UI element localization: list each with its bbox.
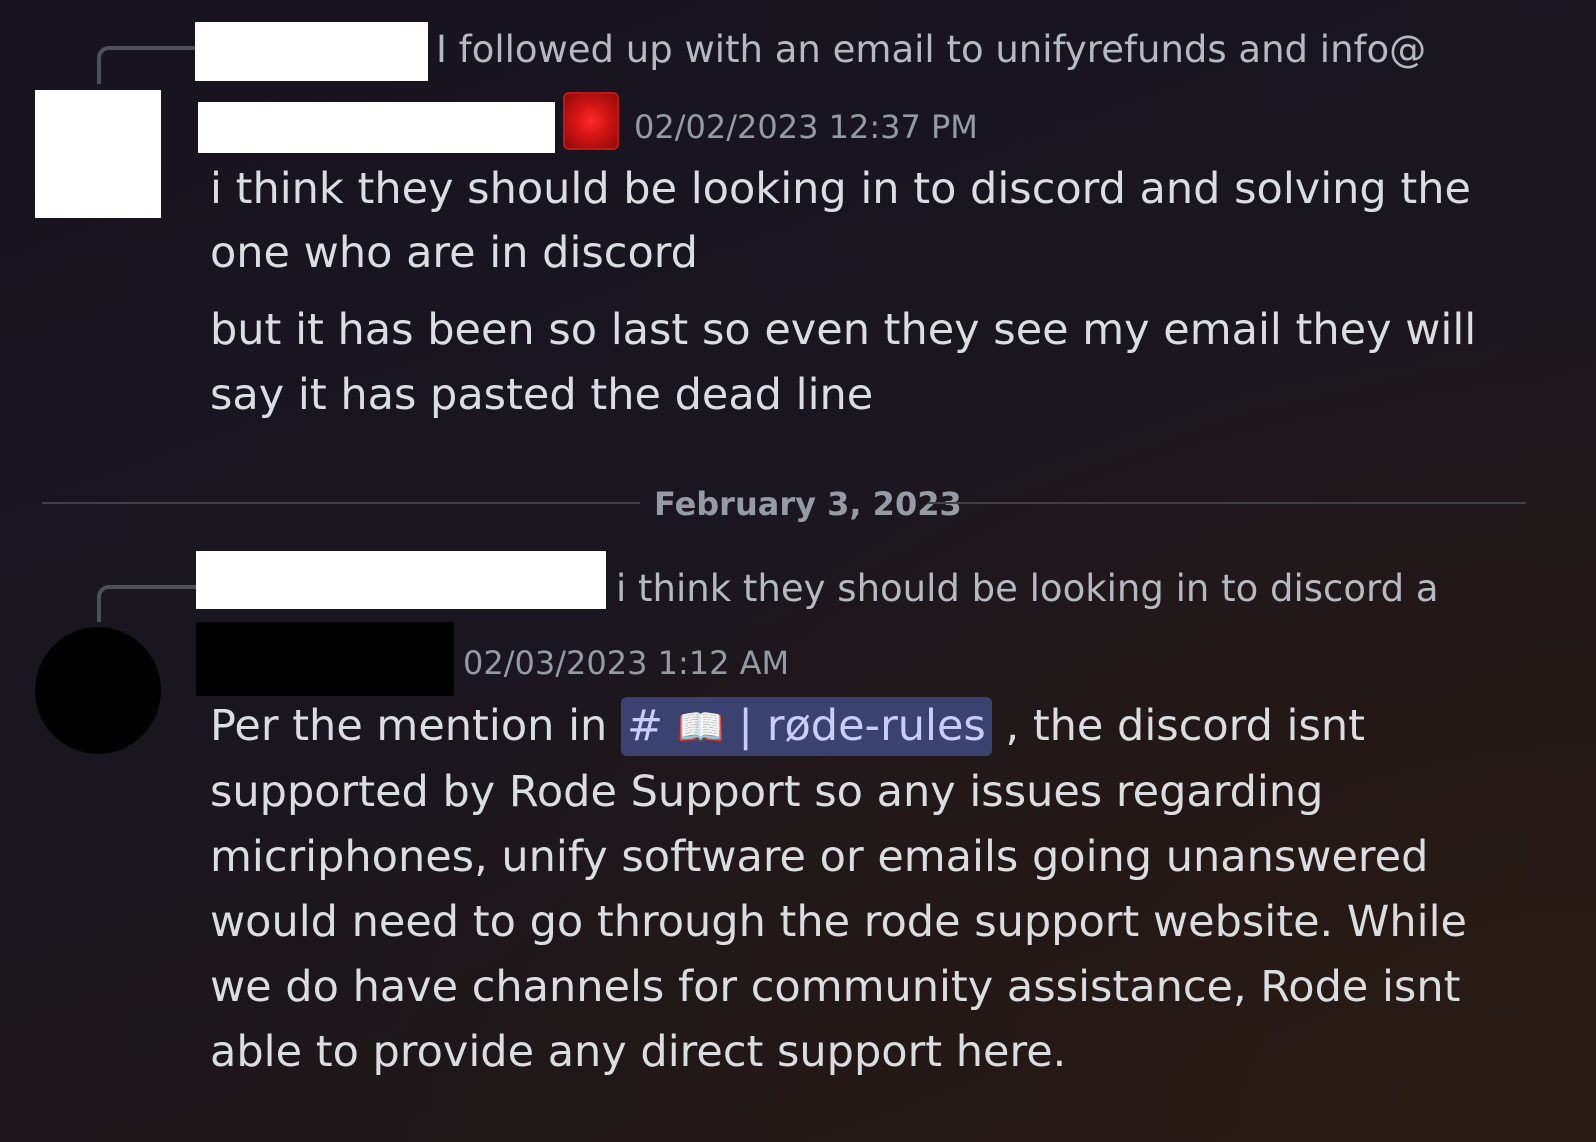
role-icon[interactable]	[563, 92, 619, 150]
redacted-reply-username[interactable]	[195, 22, 428, 81]
channel-separator: |	[738, 701, 753, 751]
message-text-line: able to provide any direct support here.	[210, 1027, 1067, 1077]
message-text-line: one who are in discord	[210, 228, 698, 278]
divider-line-left	[42, 502, 640, 504]
hash-icon: #	[626, 701, 663, 751]
divider-line-right	[928, 502, 1526, 504]
redacted-username[interactable]	[196, 622, 454, 696]
reply-connector	[97, 585, 197, 622]
message-timestamp[interactable]: 02/03/2023 1:12 AM	[463, 643, 789, 683]
channel-mention-name: røde-rules	[766, 701, 986, 751]
channel-mention[interactable]: # 📖 | røde-rules	[620, 697, 992, 756]
message-text-line: i think they should be looking in to dis…	[210, 164, 1471, 214]
redacted-avatar[interactable]	[35, 627, 161, 754]
message-text-line: micriphones, unify software or emails go…	[210, 832, 1429, 882]
message-text-segment: , the discord isnt	[1005, 701, 1366, 751]
message-text-line: Per the mention in # 📖 | røde-rules , the d…	[210, 693, 1365, 759]
reply-preview-text[interactable]: i think they should be looking in to dis…	[616, 567, 1436, 611]
book-emoji: 📖	[676, 705, 725, 749]
redacted-avatar[interactable]	[35, 90, 161, 218]
message-timestamp[interactable]: 02/02/2023 12:37 PM	[634, 107, 978, 147]
message-text-line: say it has pasted the dead line	[210, 370, 874, 420]
date-divider-label: February 3, 2023	[654, 485, 962, 523]
message-text-line: we do have channels for community assist…	[210, 962, 1461, 1012]
redacted-username[interactable]	[198, 102, 555, 153]
message-text-line: would need to go through the rode suppor…	[210, 897, 1467, 947]
redacted-reply-username[interactable]	[196, 551, 606, 609]
message-text-line: supported by Rode Support so any issues …	[210, 767, 1324, 817]
reply-connector	[97, 46, 197, 84]
message-text-segment: Per the mention in	[210, 701, 608, 751]
message-text-line: but it has been so last so even they see…	[210, 305, 1477, 355]
reply-preview-text[interactable]: I followed up with an email to unifyrefu…	[436, 28, 1428, 72]
